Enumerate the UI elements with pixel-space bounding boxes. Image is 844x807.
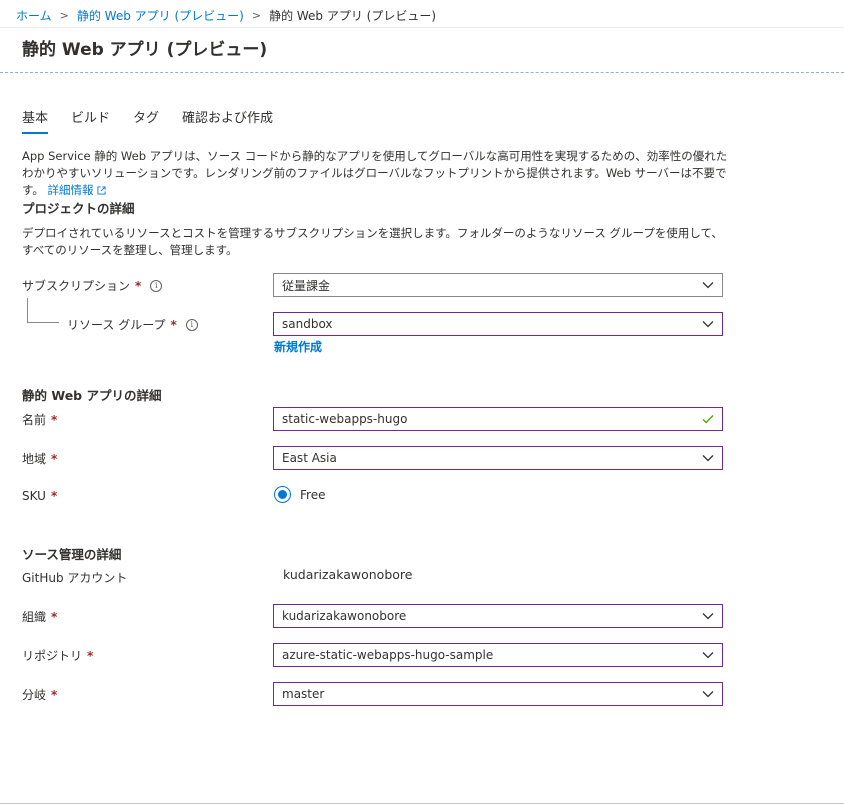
- intro-description: App Service 静的 Web アプリは、ソース コードから静的なアプリを…: [22, 148, 734, 199]
- subscription-value: 従量課金: [282, 278, 331, 293]
- resource-group-dropdown[interactable]: sandbox: [273, 312, 723, 336]
- chevron-down-icon: [702, 321, 714, 328]
- region-label: 地域 *: [22, 450, 57, 467]
- app-details-heading: 静的 Web アプリの詳細: [22, 388, 162, 403]
- tab-build[interactable]: ビルド: [71, 107, 110, 134]
- organization-label: 組織 *: [22, 608, 57, 625]
- resource-group-value: sandbox: [282, 317, 333, 331]
- name-label: 名前 *: [22, 411, 57, 428]
- learn-more-label: 詳細情報: [47, 183, 94, 197]
- subscription-label: サブスクリプション * i: [22, 277, 163, 294]
- footer-divider: [0, 803, 844, 804]
- repository-value: azure-static-webapps-hugo-sample: [282, 648, 494, 662]
- organization-label-text: 組織: [22, 610, 47, 624]
- create-new-resource-group-link[interactable]: 新規作成: [274, 338, 322, 355]
- breadcrumb: ホーム > 静的 Web アプリ (プレビュー) > 静的 Web アプリ (プ…: [16, 7, 436, 24]
- breadcrumb-separator-icon: >: [251, 9, 262, 22]
- required-marker: *: [135, 278, 142, 293]
- name-input[interactable]: static-webapps-hugo: [273, 407, 723, 431]
- check-icon: [702, 415, 714, 424]
- required-marker: *: [51, 687, 58, 702]
- tree-connector: [27, 298, 28, 322]
- chevron-down-icon: [702, 652, 714, 659]
- info-icon[interactable]: i: [150, 279, 163, 292]
- github-account-label-text: GitHub アカウント: [22, 571, 128, 585]
- repository-label: リポジトリ *: [22, 647, 93, 664]
- region-value: East Asia: [282, 451, 337, 465]
- resource-group-label: リソース グループ * i: [67, 316, 198, 333]
- sku-label: SKU *: [22, 489, 57, 503]
- name-label-text: 名前: [22, 413, 47, 427]
- tab-bar: 基本 ビルド タグ 確認および作成: [22, 107, 296, 134]
- chevron-down-icon: [702, 691, 714, 698]
- project-details-heading: プロジェクトの詳細: [22, 201, 135, 216]
- sku-label-text: SKU: [22, 489, 46, 503]
- external-link-icon: [96, 186, 106, 195]
- source-details-heading: ソース管理の詳細: [22, 547, 122, 562]
- radio-selected-icon: [274, 486, 291, 503]
- intro-text: App Service 静的 Web アプリは、ソース コードから静的なアプリを…: [22, 149, 728, 197]
- tree-connector: [27, 322, 59, 323]
- chevron-down-icon: [702, 282, 714, 289]
- subscription-dropdown[interactable]: 従量課金: [273, 273, 723, 297]
- required-marker: *: [170, 317, 177, 332]
- required-marker: *: [50, 489, 58, 503]
- tab-review-create[interactable]: 確認および作成: [182, 107, 273, 134]
- branch-dropdown[interactable]: master: [273, 682, 723, 706]
- organization-value: kudarizakawonobore: [282, 609, 407, 623]
- header-divider: [0, 27, 844, 28]
- region-dropdown[interactable]: East Asia: [273, 446, 723, 470]
- info-icon[interactable]: i: [185, 318, 198, 331]
- required-marker: *: [51, 451, 58, 466]
- sku-free-radio[interactable]: Free: [274, 486, 325, 503]
- resource-group-label-text: リソース グループ: [67, 318, 166, 332]
- chevron-down-icon: [702, 613, 714, 620]
- breadcrumb-parent-link[interactable]: 静的 Web アプリ (プレビュー): [77, 7, 244, 24]
- repository-dropdown[interactable]: azure-static-webapps-hugo-sample: [273, 643, 723, 667]
- breadcrumb-separator-icon: >: [59, 9, 69, 22]
- page-title: 静的 Web アプリ (プレビュー): [22, 40, 268, 60]
- learn-more-link[interactable]: 詳細情報: [48, 183, 106, 197]
- sku-free-label: Free: [300, 487, 326, 502]
- tab-basics[interactable]: 基本: [22, 107, 49, 134]
- github-account-value: kudarizakawonobore: [283, 567, 413, 582]
- branch-label: 分岐 *: [22, 686, 57, 703]
- repository-label-text: リポジトリ: [22, 649, 83, 663]
- region-label-text: 地域: [22, 452, 47, 466]
- github-account-label: GitHub アカウント: [22, 569, 127, 586]
- breadcrumb-current: 静的 Web アプリ (プレビュー): [269, 9, 437, 23]
- tab-tags[interactable]: タグ: [133, 107, 159, 134]
- organization-dropdown[interactable]: kudarizakawonobore: [273, 604, 723, 628]
- title-divider: [0, 72, 844, 73]
- subscription-label-text: サブスクリプション: [22, 279, 131, 293]
- required-marker: *: [51, 412, 58, 427]
- project-description: デプロイされているリソースとコストを管理するサブスクリプションを選択します。フォ…: [22, 226, 723, 257]
- branch-value: master: [282, 687, 325, 701]
- name-value: static-webapps-hugo: [282, 412, 408, 426]
- branch-label-text: 分岐: [22, 688, 47, 702]
- required-marker: *: [51, 609, 58, 624]
- required-marker: *: [87, 648, 94, 663]
- chevron-down-icon: [702, 455, 714, 462]
- breadcrumb-home-link[interactable]: ホーム: [16, 7, 52, 24]
